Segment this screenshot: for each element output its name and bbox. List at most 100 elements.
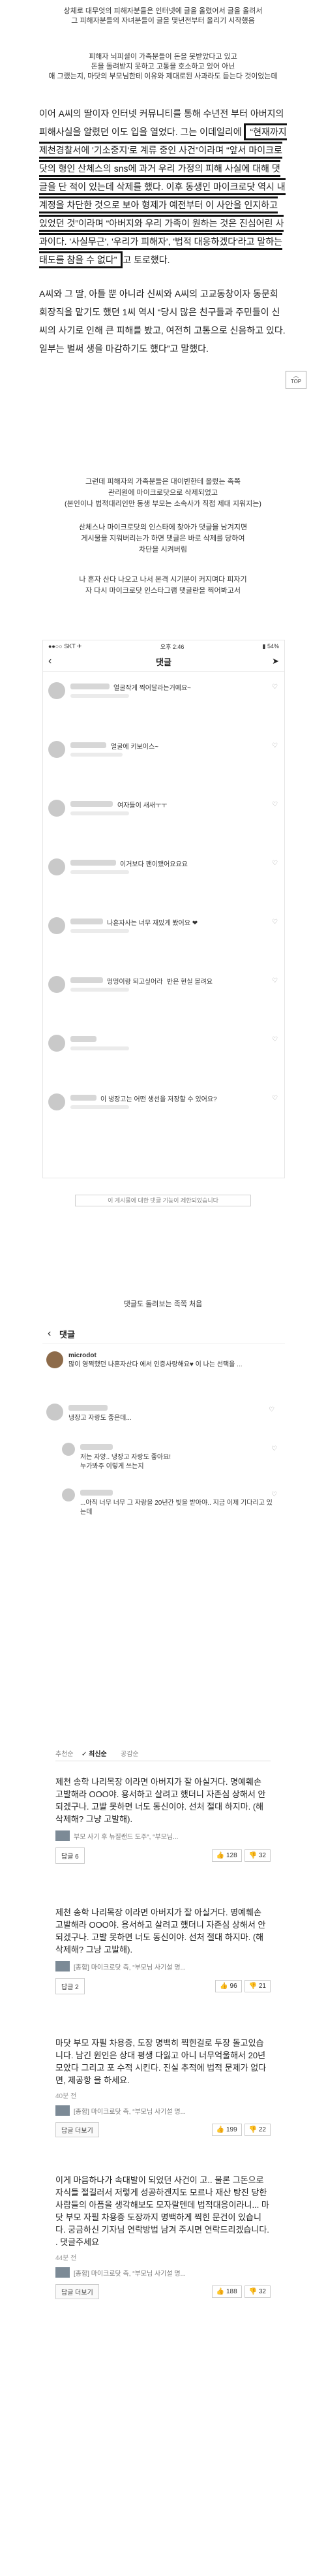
- tab-newest[interactable]: ✓ 최신순: [82, 1748, 107, 1758]
- blurred-username: [70, 1095, 96, 1101]
- scroll-top-label: TOP: [290, 379, 302, 385]
- avatar: [62, 1443, 75, 1456]
- avatar: [48, 682, 65, 699]
- comment-text: 누가봐주 이렇게 쓰는지: [80, 1463, 144, 1470]
- blurred-username: [80, 1444, 113, 1450]
- comment-actions: 답글 더보기 👍 199 👎 22: [55, 2122, 271, 2137]
- upvote-button[interactable]: 👍 96: [215, 1980, 242, 1992]
- battery-indicator: ▮ 54%: [262, 642, 279, 650]
- heart-icon[interactable]: ♡: [272, 1095, 278, 1102]
- vote-buttons: 👍 188 👎 32: [211, 2285, 271, 2298]
- status-time: 오후 2:46: [160, 643, 185, 650]
- news-thumbnail: [55, 1961, 70, 1971]
- news-title: 부모 사기 후 뉴질랜드 도주“, “부모님...: [74, 1833, 179, 1841]
- comment-text: ...아직 너무 너무 그 자랑을 20년간 빚을 받아야.. 지금 이제 기다…: [80, 1500, 273, 1516]
- highlighted-quote: “현재까지 제천경찰서에 '기소중지'로 계류 중인 사건”이라며 “앞서 마이…: [39, 123, 287, 268]
- explain-line: 나 혼자 산다 나오고 나서 본격 시기분이 커지며다 피자기: [79, 576, 247, 584]
- related-news-link[interactable]: [종합] 마이크로닷 측, “부모님 사기설 명...: [55, 2105, 271, 2116]
- blurred-username: [70, 742, 106, 748]
- blurred-username: [68, 1405, 108, 1411]
- blurred-username: [70, 1036, 96, 1042]
- navbar-title: 댓글: [156, 657, 171, 667]
- comment-date: 40분 전: [55, 2093, 77, 2100]
- avatar: [48, 1093, 65, 1110]
- heart-icon[interactable]: ♡: [272, 683, 278, 691]
- heart-icon[interactable]: ♡: [272, 1036, 278, 1043]
- explain-line: 그런데 피해자의 가족분들은 대이빈한테 올렸는 족쪽: [85, 478, 241, 486]
- heart-icon[interactable]: ♡: [272, 801, 278, 808]
- downvote-button[interactable]: 👎 32: [244, 1849, 271, 1862]
- comment-row: 얼굴에 키보이스~ ♡: [43, 738, 284, 778]
- comment-meta: [70, 929, 129, 933]
- heart-icon[interactable]: ♡: [272, 919, 278, 926]
- blurred-username: [70, 801, 113, 807]
- reply-button[interactable]: 답글 2: [55, 1978, 85, 1994]
- comment-meta: [70, 1105, 129, 1109]
- explain-line: 차단을 시켜버림: [139, 546, 187, 554]
- comment-meta: [70, 1046, 129, 1050]
- more-replies-button[interactable]: 답글 더보기: [55, 2284, 99, 2299]
- reply-button[interactable]: 답글 6: [55, 1847, 85, 1864]
- downvote-button[interactable]: 👎 22: [244, 2124, 271, 2136]
- navbar-title: 댓글: [59, 1330, 75, 1340]
- comment-text: 멍멍이랑 되고싶어라: [107, 979, 163, 986]
- explain-line: 산체스나 마이크로닷의 인스타에 찾아가 댓글을 남겨지면: [78, 524, 248, 531]
- avatar: [48, 800, 65, 817]
- intro-line: 애 그랬는지, 마닷의 부모님한테 이유와 제대로된 사과라도 듣는다 것이었는…: [48, 72, 278, 80]
- heart-icon[interactable]: ♡: [271, 1445, 277, 1453]
- comment-row: 얼굴작게 찍어달라는거예요~ ♡: [43, 680, 284, 719]
- upvote-button[interactable]: 👍 188: [211, 2285, 242, 2298]
- blurred-username: [70, 683, 110, 689]
- heart-icon[interactable]: ♡: [272, 742, 278, 749]
- blurred-username: [70, 860, 116, 866]
- heart-icon[interactable]: ♡: [271, 1491, 277, 1498]
- related-news-link[interactable]: [종합] 마이크로닷 측, “부모님 사기설 명...: [55, 2267, 271, 2278]
- back-arrow-icon[interactable]: ‹: [48, 1328, 51, 1340]
- avatar: [46, 1404, 63, 1421]
- tab-empathy[interactable]: 공감순: [121, 1748, 139, 1758]
- vote-buttons: 👍 96 👎 21: [215, 1980, 271, 1992]
- comment-row: ♡: [43, 1032, 284, 1071]
- comment-body: 제천 송학 나리목장 이라면 아버지가 잘 아실거다. 명예훼손 고발해라 OO…: [55, 1908, 266, 1955]
- heart-icon[interactable]: ♡: [272, 860, 278, 867]
- related-news-link[interactable]: 부모 사기 후 뉴질랜드 도주“, “부모님...: [55, 1830, 271, 1841]
- back-arrow-icon[interactable]: ‹: [48, 655, 52, 667]
- comment-item: 제천 송학 나리목장 이라면 아버지가 잘 아실거다. 명예훼손 고발해라 OO…: [55, 1776, 271, 1864]
- more-replies-button[interactable]: 답글 더보기: [55, 2122, 99, 2137]
- avatar: [48, 976, 65, 993]
- comment-body: 제천 송학 나리목장 이라면 아버지가 잘 아실거다. 명예훼손 고발해라 OO…: [55, 1777, 266, 1824]
- avatar: [48, 858, 65, 875]
- comment-text: 반은 현실 볼려요: [167, 979, 213, 986]
- comments-navbar: ‹ 댓글: [42, 1325, 285, 1343]
- comment-actions: 답글 6 👍 128 👎 32: [55, 1847, 271, 1864]
- scroll-top-button[interactable]: ︿ TOP: [286, 371, 306, 389]
- send-icon[interactable]: ➤: [272, 656, 279, 667]
- comment-meta: [70, 988, 129, 992]
- blurred-username: [80, 1490, 113, 1496]
- vote-buttons: 👍 199 👎 22: [211, 2124, 271, 2136]
- blurred-username: [70, 977, 103, 983]
- tab-recommended[interactable]: 추천순: [55, 1748, 74, 1758]
- upvote-button[interactable]: 👍 199: [211, 2124, 242, 2136]
- downvote-button[interactable]: 👎 32: [244, 2285, 271, 2298]
- comment-text: 이거보다 팬이됐어요요요: [120, 861, 188, 868]
- related-news-link[interactable]: [종합] 마이크로닷 측, “부모님 사기설 명...: [55, 1961, 271, 1971]
- heart-icon[interactable]: ♡: [272, 977, 278, 984]
- upvote-button[interactable]: 👍 128: [211, 1849, 242, 1862]
- comment-meta: [70, 694, 129, 698]
- heart-icon[interactable]: ♡: [269, 1406, 274, 1413]
- comment-text: 여자들이 새새ㅜㅜ: [117, 802, 168, 809]
- avatar: [46, 1351, 63, 1368]
- intro-line: 돈을 돌려받지 못하고 고통을 호소하고 있어 아닌: [91, 63, 235, 71]
- avatar: [48, 741, 65, 758]
- downvote-button[interactable]: 👎 21: [244, 1980, 271, 1992]
- comment-date: 44분 전: [55, 2255, 77, 2262]
- comment-handle[interactable]: microdot: [68, 1351, 96, 1360]
- comment-actions: 답글 2 👍 96 👎 21: [55, 1978, 271, 1994]
- news-thumbnail: [55, 2267, 70, 2278]
- avatar: [62, 1488, 75, 1501]
- comment-meta: [70, 753, 123, 757]
- article-paragraph-2: A씨와 그 딸, 아들 뿐 아니라 신씨와 A씨의 고교동창이자 동문회 회장직…: [39, 289, 286, 354]
- instagram-comments-screenshot-2: ‹ 댓글 microdot 많이 영쩍했던 나혼자산다 에서 인증사랑해요♥ 이…: [42, 1325, 285, 1652]
- comment-row: 나혼자사는 너무 재밌게 봤어요 ❤ ♡: [43, 915, 284, 954]
